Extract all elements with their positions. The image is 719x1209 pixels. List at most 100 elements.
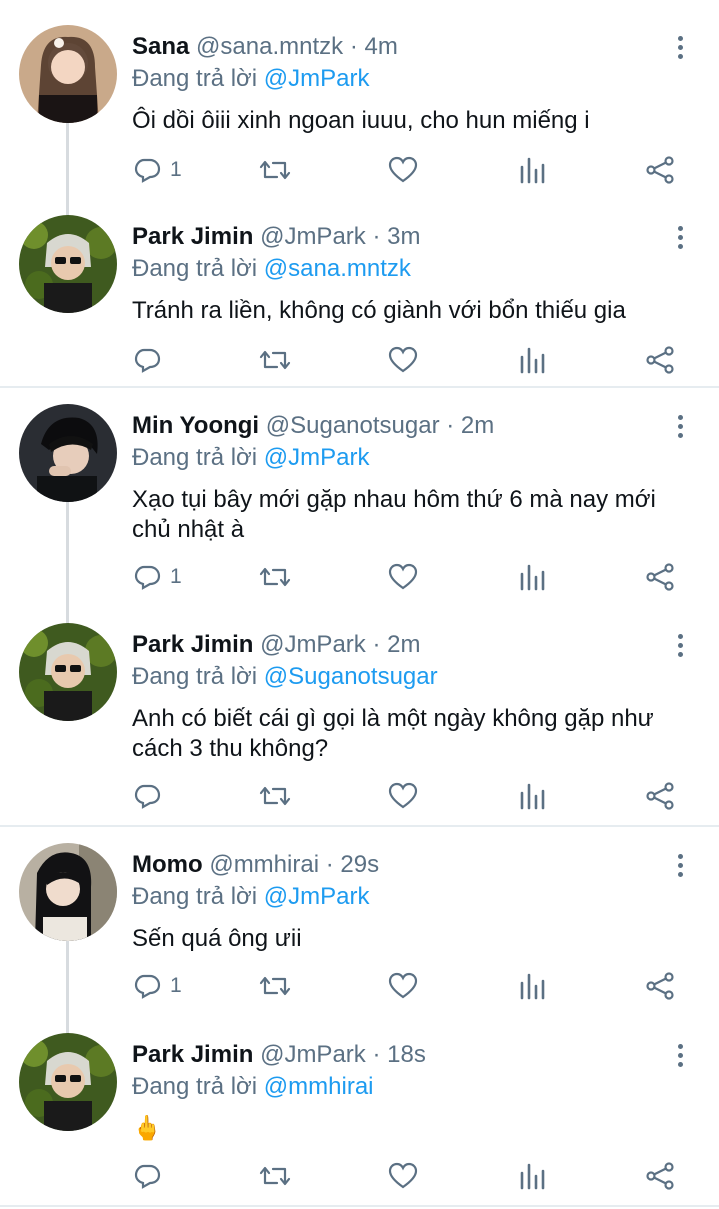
user-handle[interactable]: @JmPark xyxy=(260,631,366,658)
retweet-button[interactable] xyxy=(258,340,292,380)
more-options-icon[interactable] xyxy=(666,222,694,252)
stats-button[interactable] xyxy=(518,1156,546,1196)
display-name[interactable]: Park Jimin xyxy=(132,631,253,658)
heart-icon xyxy=(388,156,418,183)
share-button[interactable] xyxy=(645,776,675,816)
like-button[interactable] xyxy=(388,1156,418,1196)
reply-prefix: Đang trả lời xyxy=(132,65,258,92)
tweet[interactable]: Sana @sana.mntzk · 4m Đang trả lời @JmPa… xyxy=(0,22,719,218)
stats-icon xyxy=(520,973,545,1000)
reply-count: 1 xyxy=(170,974,182,997)
more-options-icon[interactable] xyxy=(666,850,694,880)
share-button[interactable] xyxy=(645,966,675,1006)
retweet-icon xyxy=(259,1166,291,1186)
divider xyxy=(0,825,719,827)
tweet-header: Momo @mmhirai · 29s xyxy=(132,850,379,880)
timestamp[interactable]: 2m xyxy=(387,631,420,658)
mention-link[interactable]: @sana.mntzk xyxy=(264,255,411,282)
retweet-button[interactable] xyxy=(258,776,292,816)
more-options-icon[interactable] xyxy=(666,630,694,660)
tweet-text: 🖕 xyxy=(132,1115,162,1142)
retweet-button[interactable] xyxy=(258,557,292,597)
tweet[interactable]: Park Jimin @JmPark · 3m Đang trả lời @sa… xyxy=(0,212,719,382)
stats-icon xyxy=(520,157,545,184)
display-name[interactable]: Park Jimin xyxy=(132,223,253,250)
like-button[interactable] xyxy=(388,966,418,1006)
stats-button[interactable] xyxy=(518,966,546,1006)
retweet-button[interactable] xyxy=(258,966,292,1006)
avatar[interactable] xyxy=(19,25,117,123)
mention-link[interactable]: @mmhirai xyxy=(264,1073,374,1100)
heart-icon xyxy=(388,1162,418,1189)
retweet-icon xyxy=(259,976,291,996)
user-handle[interactable]: @JmPark xyxy=(260,223,366,250)
display-name[interactable]: Sana xyxy=(132,33,189,60)
avatar[interactable] xyxy=(19,623,117,721)
replying-to: Đang trả lời @mmhirai xyxy=(132,1072,374,1102)
avatar[interactable] xyxy=(19,404,117,502)
user-handle[interactable]: @JmPark xyxy=(260,1041,366,1068)
timestamp[interactable]: 29s xyxy=(340,851,379,878)
reply-button[interactable]: 1 xyxy=(132,150,182,190)
user-handle[interactable]: @Suganotsugar xyxy=(266,412,440,439)
share-icon xyxy=(646,346,674,374)
replying-to: Đang trả lời @JmPark xyxy=(132,443,370,473)
tweet-text: Tránh ra liền, không có giành với bổn th… xyxy=(132,297,626,324)
stats-button[interactable] xyxy=(518,150,546,190)
share-button[interactable] xyxy=(645,557,675,597)
tweet[interactable]: Park Jimin @JmPark · 18s Đang trả lời @m… xyxy=(0,1030,719,1200)
mention-link[interactable]: @JmPark xyxy=(264,444,370,471)
separator-dot: · xyxy=(349,33,358,60)
separator-dot: · xyxy=(372,631,381,658)
reply-button[interactable]: 1 xyxy=(132,557,182,597)
display-name[interactable]: Min Yoongi xyxy=(132,412,259,439)
reply-button[interactable]: 1 xyxy=(132,966,182,1006)
tweet[interactable]: Min Yoongi @Suganotsugar · 2m Đang trả l… xyxy=(0,401,719,625)
like-button[interactable] xyxy=(388,150,418,190)
reply-button[interactable] xyxy=(132,1156,170,1196)
mention-link[interactable]: @JmPark xyxy=(264,65,370,92)
stats-button[interactable] xyxy=(518,776,546,816)
separator-dot: · xyxy=(325,851,334,878)
more-options-icon[interactable] xyxy=(666,1040,694,1070)
tweet-text: Anh có biết cái gì gọi là một ngày không… xyxy=(132,705,654,762)
retweet-button[interactable] xyxy=(258,1156,292,1196)
tweet-text: Xạo tụi bây mới gặp nhau hôm thứ 6 mà na… xyxy=(132,486,656,543)
timestamp[interactable]: 2m xyxy=(461,412,494,439)
like-button[interactable] xyxy=(388,776,418,816)
tweet-header: Park Jimin @JmPark · 18s xyxy=(132,1040,426,1070)
timestamp[interactable]: 18s xyxy=(387,1041,426,1068)
stats-icon xyxy=(520,347,545,374)
like-button[interactable] xyxy=(388,557,418,597)
display-name[interactable]: Park Jimin xyxy=(132,1041,253,1068)
avatar[interactable] xyxy=(19,843,117,941)
reply-button[interactable] xyxy=(132,340,170,380)
more-options-icon[interactable] xyxy=(666,411,694,441)
user-handle[interactable]: @mmhirai xyxy=(209,851,319,878)
stats-icon xyxy=(520,564,545,591)
avatar[interactable] xyxy=(19,1033,117,1131)
stats-button[interactable] xyxy=(518,557,546,597)
share-button[interactable] xyxy=(645,150,675,190)
reply-button[interactable] xyxy=(132,776,170,816)
retweet-button[interactable] xyxy=(258,150,292,190)
timestamp[interactable]: 3m xyxy=(387,223,420,250)
share-button[interactable] xyxy=(645,340,675,380)
tweet-header: Sana @sana.mntzk · 4m xyxy=(132,32,398,62)
divider xyxy=(0,1205,719,1207)
mention-link[interactable]: @Suganotsugar xyxy=(264,663,438,690)
share-button[interactable] xyxy=(645,1156,675,1196)
timestamp[interactable]: 4m xyxy=(364,33,397,60)
tweet[interactable]: Momo @mmhirai · 29s Đang trả lời @JmPark… xyxy=(0,840,719,1036)
more-options-icon[interactable] xyxy=(666,32,694,62)
heart-icon xyxy=(388,563,418,590)
replying-to: Đang trả lời @JmPark xyxy=(132,882,370,912)
tweet[interactable]: Park Jimin @JmPark · 2m Đang trả lời @Su… xyxy=(0,620,719,820)
avatar[interactable] xyxy=(19,215,117,313)
display-name[interactable]: Momo xyxy=(132,851,203,878)
mention-link[interactable]: @JmPark xyxy=(264,883,370,910)
user-handle[interactable]: @sana.mntzk xyxy=(196,33,343,60)
stats-button[interactable] xyxy=(518,340,546,380)
like-button[interactable] xyxy=(388,340,418,380)
share-icon xyxy=(646,972,674,1000)
